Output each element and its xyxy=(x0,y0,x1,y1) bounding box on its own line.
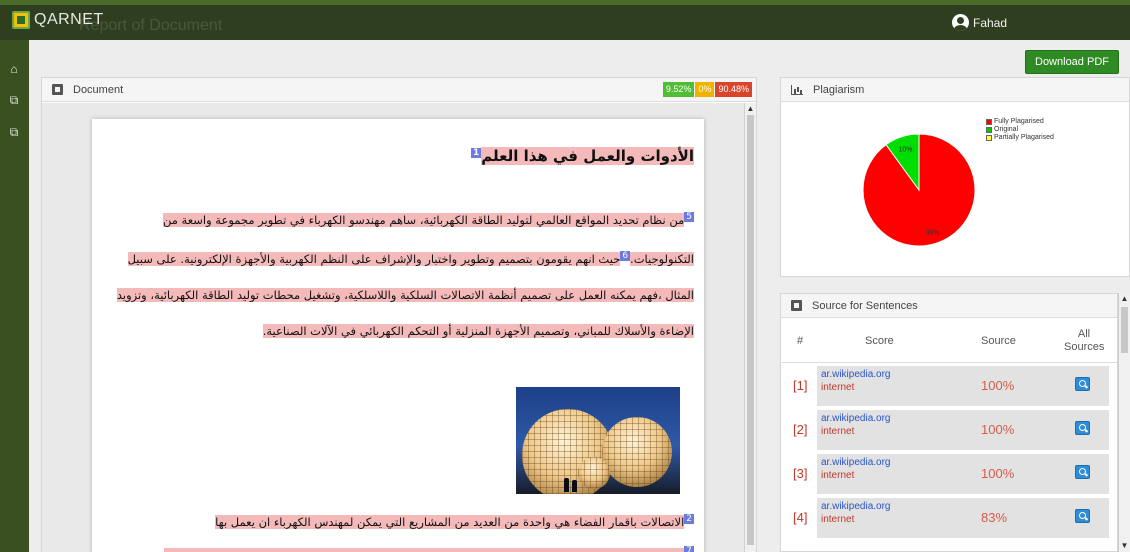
scroll-thumb[interactable] xyxy=(1121,307,1128,353)
user-avatar-icon xyxy=(952,14,969,31)
search-icon[interactable] xyxy=(1075,377,1090,391)
bar-chart-icon xyxy=(791,85,803,95)
user-menu[interactable]: Fahad xyxy=(952,14,1007,31)
sources-panel: Source for Sentences # Score Source All … xyxy=(780,293,1118,552)
document-panel: Document 9.52% 0% 90.48% الأدوات والعمل … xyxy=(41,77,757,552)
table-row[interactable]: [1] ar.wikipedia.org internet 100% xyxy=(781,364,1117,408)
page-title: Report of Document xyxy=(79,17,223,34)
document-copy-icon[interactable]: ⧉ xyxy=(7,125,21,139)
sources-table: # Score Source All Sources [1] ar.wikipe… xyxy=(781,319,1117,538)
home-icon[interactable]: ⌂ xyxy=(7,62,21,76)
sentence-number[interactable]: 7 xyxy=(684,546,694,552)
sentence-number[interactable]: 6 xyxy=(620,250,631,261)
left-sidebar: ⌂ ⧉ ⧉ xyxy=(0,40,29,552)
source-link[interactable]: ar.wikipedia.org xyxy=(821,369,890,380)
highlighted-sentence[interactable]: الاتصالات باقمار الفضاء هي واحدة من العد… xyxy=(215,514,685,529)
row-number[interactable]: [3] xyxy=(793,466,807,481)
brand-logo-icon xyxy=(12,11,30,29)
download-pdf-button[interactable]: Download PDF xyxy=(1025,50,1119,74)
legend-label: Original xyxy=(994,126,1019,133)
chart-legend: Fully Plagarised Original Partially Plag… xyxy=(986,118,1054,142)
source-type: internet xyxy=(821,470,855,481)
document-panel-header: Document 9.52% 0% 90.48% xyxy=(42,78,756,102)
column-header-source: Source xyxy=(981,335,1016,347)
document-page: الأدوات والعمل في هذا العلم1 5من نظام تح… xyxy=(92,119,704,552)
source-score: 100% xyxy=(981,422,1015,437)
row-number[interactable]: [4] xyxy=(793,510,807,525)
paragraph: 5من نظام تحديد المواقع العالمي لتوليد ال… xyxy=(114,199,694,349)
highlighted-sentence[interactable]: حيث انهم يقومون بتصميم وتطوير واختبار وا… xyxy=(116,251,694,338)
source-type: internet xyxy=(821,382,855,393)
partial-percent-badge: 0% xyxy=(695,82,715,97)
scroll-up-arrow-icon[interactable]: ▲ xyxy=(1119,293,1130,305)
document-panel-title: Document xyxy=(73,84,124,96)
source-type: internet xyxy=(821,426,855,437)
plagiarism-panel-header: Plagiarism xyxy=(781,78,1129,102)
satellite-domes-image xyxy=(516,387,680,494)
row-number[interactable]: [2] xyxy=(793,422,807,437)
top-bar: QARNET Report of Document Fahad xyxy=(0,0,1130,40)
highlighted-sentence[interactable] xyxy=(164,547,685,552)
table-header: # Score Source All Sources xyxy=(781,319,1117,363)
user-name: Fahad xyxy=(973,15,1008,30)
column-header-score: Score xyxy=(865,335,894,347)
plagiarism-panel-title: Plagiarism xyxy=(813,84,865,96)
paragraph: 7 xyxy=(114,539,694,552)
plagiarism-panel: Plagiarism 90% 10% Fully Plagarised Origi… xyxy=(780,77,1130,277)
pie-slice-label-0: 90% xyxy=(925,230,939,237)
document-copy-icon[interactable]: ⧉ xyxy=(7,93,21,107)
source-link[interactable]: ar.wikipedia.org xyxy=(821,501,890,512)
plagiarism-pie-chart: 90% 10% xyxy=(859,130,979,253)
table-row[interactable]: [3] ar.wikipedia.org internet 100% xyxy=(781,452,1117,496)
pie-slice-label-1: 10% xyxy=(898,146,912,153)
source-cell: ar.wikipedia.org internet 100% xyxy=(817,366,1109,406)
sentence-number[interactable]: 1 xyxy=(470,148,482,158)
scroll-up-arrow-icon[interactable]: ▲ xyxy=(745,103,756,115)
sources-panel-title: Source for Sentences xyxy=(812,300,918,312)
scroll-down-arrow-icon[interactable]: ▼ xyxy=(1119,540,1130,552)
legend-item: Partially Plagarised xyxy=(986,134,1054,142)
column-header-all-sources: All Sources xyxy=(1064,328,1105,353)
source-link[interactable]: ar.wikipedia.org xyxy=(821,413,890,424)
scroll-thumb[interactable] xyxy=(747,115,754,545)
pie-chart-svg: 90% 10% xyxy=(862,133,976,247)
source-score: 83% xyxy=(981,510,1008,525)
plagiarised-percent-badge: 90.48% xyxy=(715,82,752,97)
source-cell: ar.wikipedia.org internet 100% xyxy=(817,410,1109,450)
sources-scrollbar[interactable]: ▲ ▼ xyxy=(1118,293,1130,552)
heading-text: الأدوات والعمل في هذا العلم xyxy=(481,147,694,165)
table-row[interactable]: [2] ar.wikipedia.org internet 100% xyxy=(781,408,1117,452)
source-cell: ar.wikipedia.org internet 83% xyxy=(817,498,1109,538)
search-icon[interactable] xyxy=(1075,509,1090,523)
search-icon[interactable] xyxy=(1075,465,1090,479)
source-link[interactable]: ar.wikipedia.org xyxy=(821,457,890,468)
table-row[interactable]: [4] ar.wikipedia.org internet 83% xyxy=(781,496,1117,540)
original-percent-badge: 9.52% xyxy=(662,82,695,97)
source-type: internet xyxy=(821,514,855,525)
paragraph: 2الاتصالات باقمار الفضاء هي واحدة من الع… xyxy=(114,507,694,534)
legend-label: Partially Plagarised xyxy=(994,134,1054,141)
sources-panel-header: Source for Sentences xyxy=(781,294,1117,318)
row-number[interactable]: [1] xyxy=(793,378,807,393)
document-scrollbar[interactable]: ▲ xyxy=(744,103,756,552)
search-icon[interactable] xyxy=(1075,421,1090,435)
score-badges: 9.52% 0% 90.48% xyxy=(662,82,752,97)
panel-toggle-icon[interactable] xyxy=(791,300,802,311)
document-heading: الأدوات والعمل في هذا العلم1 xyxy=(470,147,694,165)
panel-toggle-icon[interactable] xyxy=(52,84,63,95)
source-score: 100% xyxy=(981,378,1015,393)
legend-item: Original xyxy=(986,126,1054,134)
column-header-number: # xyxy=(797,335,804,347)
sentence-number[interactable]: 5 xyxy=(684,212,694,222)
legend-item: Fully Plagarised xyxy=(986,118,1054,126)
source-cell: ar.wikipedia.org internet 100% xyxy=(817,454,1109,494)
sentence-number[interactable]: 2 xyxy=(684,514,694,524)
legend-label: Fully Plagarised xyxy=(994,118,1044,125)
source-score: 100% xyxy=(981,466,1015,481)
document-viewer[interactable]: الأدوات والعمل في هذا العلم1 5من نظام تح… xyxy=(42,103,756,552)
